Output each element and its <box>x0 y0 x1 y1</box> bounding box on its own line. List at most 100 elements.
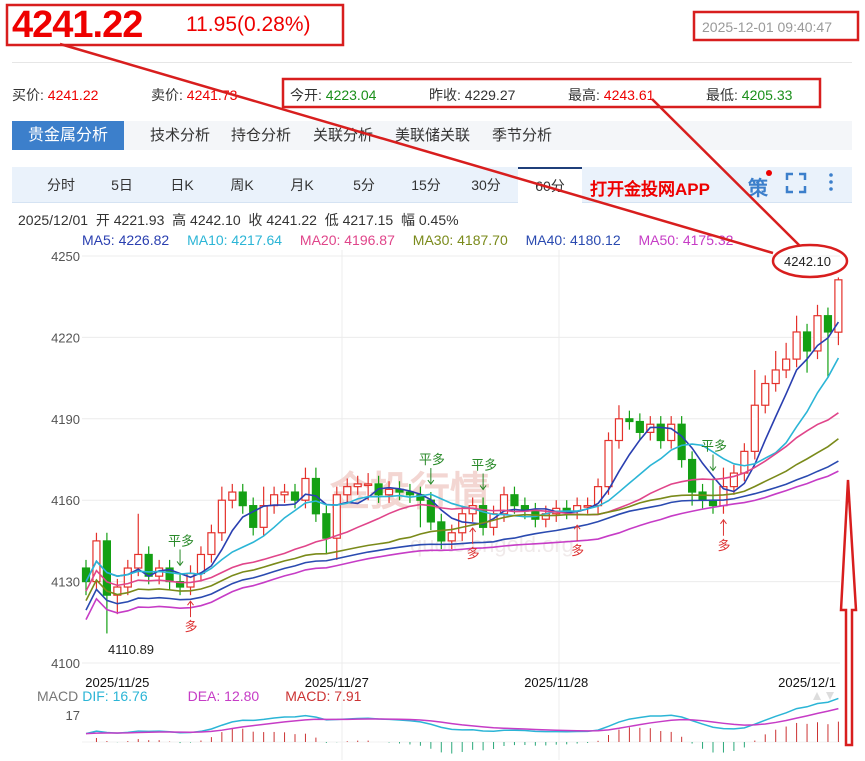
candle <box>175 573 185 596</box>
candle-body <box>343 486 352 496</box>
candle <box>802 323 812 373</box>
candle-body <box>384 488 394 496</box>
signal-close-long: 平多 <box>168 533 194 548</box>
signal-long: 多 <box>571 543 584 558</box>
candle <box>813 304 822 360</box>
candle <box>719 467 728 514</box>
candle <box>834 277 843 346</box>
candle-body <box>207 532 216 556</box>
candle <box>134 513 143 577</box>
scroll-up-icon[interactable] <box>813 692 821 700</box>
candle-body <box>761 382 770 406</box>
candle <box>667 416 676 449</box>
candle <box>217 486 226 541</box>
candle-body <box>217 499 226 534</box>
candle-body <box>144 553 153 577</box>
candle-body <box>656 423 665 442</box>
y-tick-label: 4250 <box>51 249 80 264</box>
candle <box>792 315 801 368</box>
candle-body <box>134 553 143 569</box>
min-price-label: 4110.89 <box>108 642 154 657</box>
candle-body <box>782 358 791 371</box>
candle <box>165 559 174 590</box>
candle <box>249 497 258 536</box>
candle <box>687 451 697 506</box>
candle-body <box>290 491 300 501</box>
candle-body <box>102 540 112 596</box>
candle-body <box>677 423 686 461</box>
candle <box>238 483 247 514</box>
kline-chart[interactable]: 425042204190416041304100金投行情quote.cngold… <box>0 0 865 761</box>
scroll-down-icon[interactable] <box>826 692 834 700</box>
candle <box>740 443 749 482</box>
candle-body <box>353 483 362 488</box>
candle-body <box>750 404 759 452</box>
candle-body <box>280 491 289 496</box>
signal-long: 多 <box>717 538 730 553</box>
candle <box>750 369 759 460</box>
candle-body <box>81 567 91 583</box>
x-tick-label: 2025/12/1 <box>778 675 836 690</box>
signal-close-long: 平多 <box>419 452 445 467</box>
candle-body <box>322 513 331 539</box>
signal-close-long: 平多 <box>471 457 497 472</box>
candle <box>823 307 833 379</box>
candle <box>270 486 279 514</box>
candle-body <box>792 331 801 360</box>
y-tick-label: 4220 <box>51 330 80 345</box>
signal-long: 多 <box>185 619 198 634</box>
y-tick-label: 4160 <box>51 493 80 508</box>
candle-body <box>238 491 247 507</box>
candle-body <box>687 458 697 493</box>
y-tick-label: 4130 <box>51 575 80 590</box>
candle <box>593 478 603 514</box>
candle <box>782 342 791 379</box>
candle <box>123 559 132 596</box>
candle <box>698 483 707 509</box>
candle-body <box>667 423 676 442</box>
candle-body <box>249 505 258 528</box>
candle <box>259 486 268 536</box>
candle-body <box>259 505 268 528</box>
candle <box>614 405 624 449</box>
signal-long: 多 <box>467 546 480 561</box>
candle <box>771 350 780 392</box>
candle <box>144 546 153 585</box>
candle-body <box>698 491 707 501</box>
candle-body <box>740 450 749 474</box>
max-price-label: 4242.10 <box>784 254 831 269</box>
candle <box>573 497 582 520</box>
candle-body <box>332 494 341 539</box>
candle-body <box>447 532 456 542</box>
candle-body <box>614 418 624 442</box>
y-tick-label: 4190 <box>51 412 80 427</box>
candle <box>207 524 216 563</box>
macd-axis-label: 17 <box>66 708 80 723</box>
candle-body <box>771 369 780 385</box>
candle <box>228 483 237 509</box>
candle <box>625 410 634 430</box>
candle-body <box>604 439 613 488</box>
candle-body <box>802 331 812 352</box>
candle <box>656 416 665 449</box>
candle <box>332 486 341 560</box>
candle <box>677 416 686 468</box>
candle-body <box>510 494 519 507</box>
candle-body <box>426 499 435 523</box>
candle-body <box>228 491 237 501</box>
candle-body <box>635 420 644 433</box>
signal-close-long: 平多 <box>701 438 727 453</box>
candle <box>562 500 571 520</box>
y-tick-label: 4100 <box>51 656 80 671</box>
candle <box>196 546 206 582</box>
macd-legend: MACD DIF: 16.76 DEA: 12.80 MACD: 7.91 <box>37 688 362 704</box>
candle-body <box>364 483 373 487</box>
candle-body <box>458 513 467 534</box>
candle-body <box>625 418 634 423</box>
candle-body <box>834 279 843 333</box>
candle-body <box>270 494 279 507</box>
x-tick-label: 2025/11/28 <box>524 675 588 690</box>
candle-body <box>823 315 833 333</box>
candle <box>322 505 331 555</box>
candle <box>761 375 770 414</box>
